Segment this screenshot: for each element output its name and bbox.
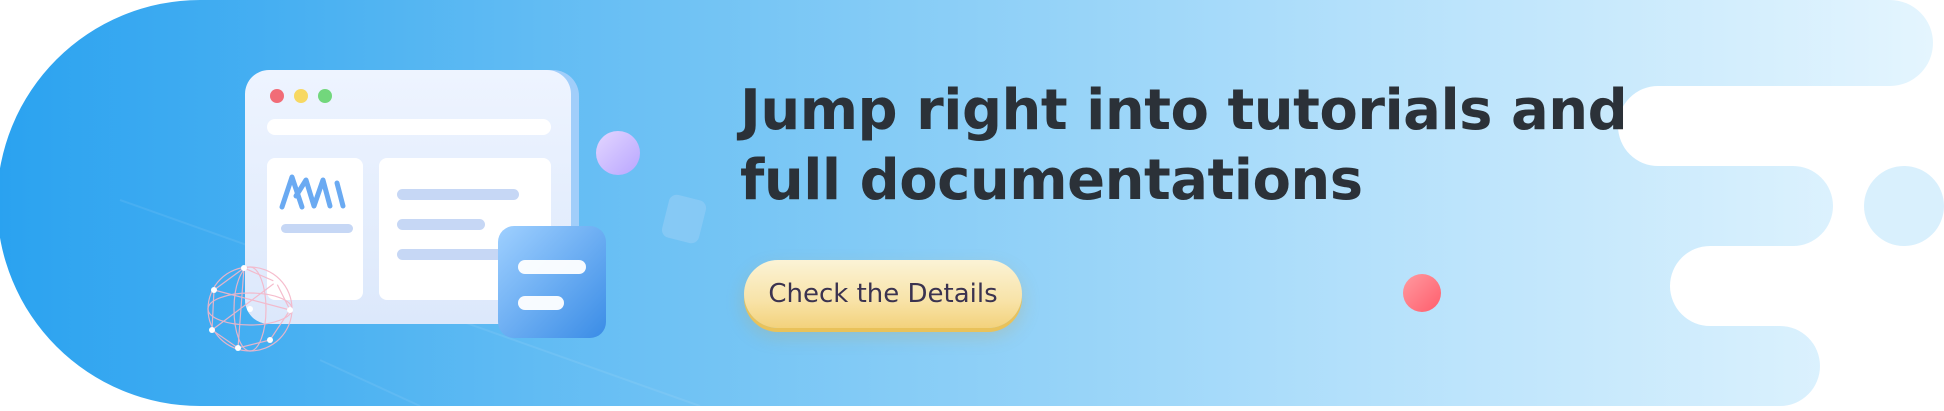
decor-circle [1864, 166, 1944, 246]
document-icon [498, 226, 606, 338]
hero-banner: Jump right into tutorials and full docum… [0, 0, 1944, 407]
headline: Jump right into tutorials and full docum… [740, 76, 1640, 216]
red-dot [1403, 274, 1441, 312]
purple-dot [596, 131, 640, 175]
headline-line-2: full documentations [740, 148, 1363, 213]
headline-line-1: Jump right into tutorials and [740, 78, 1628, 143]
check-details-button[interactable]: Check the Details [744, 260, 1022, 328]
